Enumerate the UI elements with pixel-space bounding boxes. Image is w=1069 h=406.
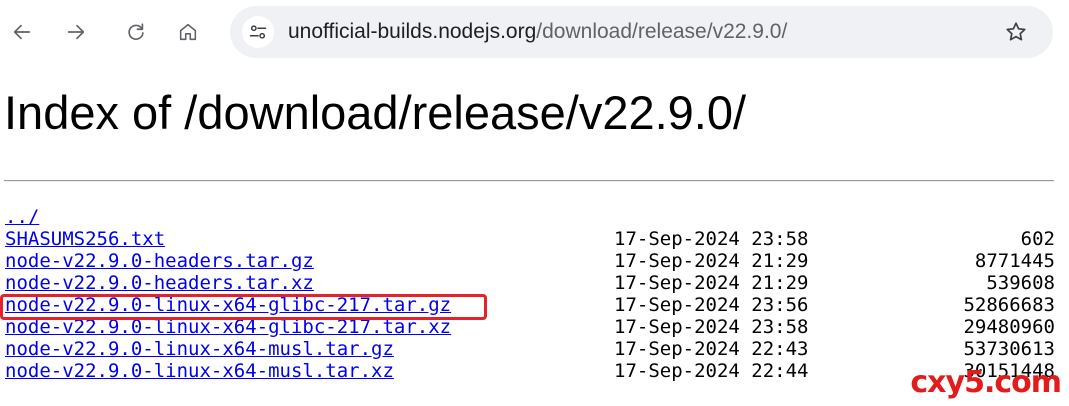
- reload-button[interactable]: [116, 12, 156, 52]
- browser-toolbar: unofficial-builds.nodejs.org/download/re…: [0, 0, 1069, 64]
- file-link[interactable]: node-v22.9.0-headers.tar.gz: [5, 250, 314, 272]
- url-text[interactable]: unofficial-builds.nodejs.org/download/re…: [288, 20, 787, 44]
- forward-button[interactable]: [56, 12, 96, 52]
- list-item: node-v22.9.0-headers.tar.gz 17-Sep-2024 …: [0, 250, 1069, 272]
- file-date: 17-Sep-2024 21:29: [614, 250, 809, 272]
- file-date: 17-Sep-2024 23:58: [614, 228, 809, 250]
- bookmark-button[interactable]: [1003, 19, 1029, 45]
- file-date: 17-Sep-2024 22:43: [614, 338, 809, 360]
- file-date: 17-Sep-2024 23:56: [614, 294, 809, 316]
- address-bar[interactable]: unofficial-builds.nodejs.org/download/re…: [230, 6, 1053, 58]
- page-title: Index of /download/release/v22.9.0/: [4, 86, 747, 139]
- back-button[interactable]: [2, 12, 42, 52]
- horizontal-rule: [4, 180, 1054, 182]
- parent-directory-link[interactable]: ../: [5, 206, 39, 228]
- site-info-button[interactable]: [242, 16, 274, 48]
- file-size: 602: [1020, 228, 1055, 250]
- file-size: 53730613: [963, 338, 1055, 360]
- file-link[interactable]: node-v22.9.0-headers.tar.xz: [5, 272, 314, 294]
- arrow-right-icon: [67, 24, 85, 40]
- list-item: node-v22.9.0-headers.tar.xz 17-Sep-2024 …: [0, 272, 1069, 294]
- tune-icon: [249, 25, 267, 39]
- file-size: 539608: [986, 272, 1055, 294]
- star-icon: [1006, 22, 1026, 41]
- url-host: unofficial-builds.nodejs.org: [288, 20, 537, 43]
- file-link[interactable]: node-v22.9.0-linux-x64-musl.tar.gz: [5, 338, 394, 360]
- arrow-left-icon: [13, 24, 31, 40]
- list-item: SHASUMS256.txt 17-Sep-2024 23:58 602: [0, 228, 1069, 250]
- highlight-box: [0, 294, 487, 320]
- home-icon: [179, 23, 197, 41]
- url-path: /download/release/v22.9.0/: [536, 20, 788, 43]
- file-size: 8771445: [974, 250, 1055, 272]
- file-size: 52866683: [963, 294, 1055, 316]
- list-item: ../: [0, 206, 1069, 228]
- file-link[interactable]: SHASUMS256.txt: [5, 228, 165, 250]
- home-button[interactable]: [168, 12, 208, 52]
- file-date: 17-Sep-2024 22:44: [614, 360, 809, 382]
- file-link[interactable]: node-v22.9.0-linux-x64-musl.tar.xz: [5, 360, 394, 382]
- watermark: cxy5.com: [910, 365, 1062, 400]
- list-item: node-v22.9.0-linux-x64-musl.tar.gz 17-Se…: [0, 338, 1069, 360]
- file-size: 29480960: [963, 316, 1055, 338]
- file-date: 17-Sep-2024 21:29: [614, 272, 809, 294]
- reload-icon: [128, 23, 144, 40]
- list-item: node-v22.9.0-linux-x64-musl.tar.xz 17-Se…: [0, 360, 1069, 382]
- file-date: 17-Sep-2024 23:58: [614, 316, 809, 338]
